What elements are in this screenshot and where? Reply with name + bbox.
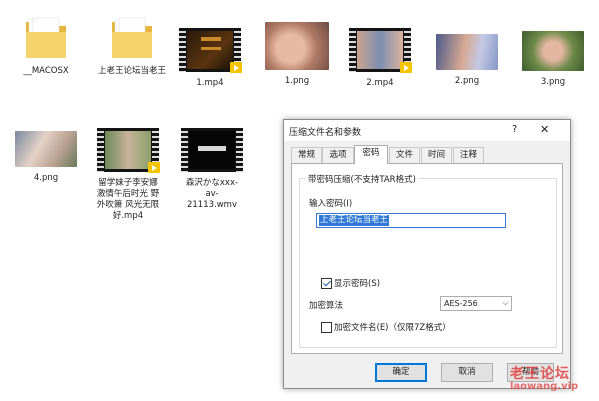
file-item-2-png[interactable]: 2.png	[427, 34, 507, 87]
close-icon[interactable]: ✕	[540, 123, 549, 136]
show-password-checkbox[interactable]	[321, 278, 332, 289]
help-icon[interactable]: ?	[512, 124, 517, 135]
file-name: 1.png	[284, 76, 310, 86]
watermark: 老王论坛 laowang.vip	[510, 363, 578, 392]
file-name: __MACOSX	[23, 66, 69, 76]
cancel-button[interactable]: 取消	[441, 363, 493, 382]
image-thumbnail	[15, 131, 77, 167]
video-thumbnail	[349, 28, 412, 73]
show-password-label[interactable]: 显示密码(S)	[334, 277, 380, 289]
tab-comment[interactable]: 注释	[453, 147, 484, 163]
folder-icon	[110, 14, 154, 60]
password-label: 输入密码(I)	[309, 199, 353, 209]
encrypt-names-label[interactable]: 加密文件名(E)（仅限7Z格式）	[334, 321, 451, 333]
file-item-1-mp4[interactable]: 1.mp4	[170, 28, 250, 89]
chevron-down-icon: ⌵	[502, 299, 508, 307]
play-badge-icon	[400, 62, 412, 73]
file-name: 1.mp4	[196, 78, 224, 88]
file-item-1-png[interactable]: 1.png	[257, 22, 337, 87]
file-name: 2.mp4	[366, 78, 394, 88]
file-item-4-png[interactable]: 4.png	[6, 131, 86, 184]
algorithm-select[interactable]: AES-256 ⌵	[440, 296, 512, 311]
image-thumbnail	[522, 31, 584, 71]
tab-general[interactable]: 常规	[291, 147, 322, 163]
file-name: 2.png	[454, 76, 480, 86]
play-badge-icon	[230, 62, 242, 73]
ok-button[interactable]: 确定	[375, 363, 427, 382]
file-name: 3.png	[540, 77, 566, 87]
file-name: 4.png	[33, 173, 59, 183]
tab-password[interactable]: 密码	[354, 145, 388, 164]
group-label: 带密码压缩(不支持TAR格式)	[306, 173, 418, 185]
image-thumbnail	[265, 22, 329, 70]
password-input[interactable]: 上老王论坛当老王	[316, 213, 506, 228]
watermark-title: 老王论坛	[510, 366, 570, 382]
tab-files[interactable]: 文件	[389, 147, 420, 163]
file-item-folder[interactable]: 上老王论坛当老王	[92, 14, 172, 77]
tab-options[interactable]: 选项	[322, 147, 354, 163]
dialog-titlebar[interactable]: 压缩文件名和参数 ? ✕	[284, 120, 570, 141]
file-item-long-mp4[interactable]: 留学妹子李安娜激情午后时光 野外吹箫 风光无限好.mp4	[88, 128, 168, 222]
image-thumbnail	[436, 34, 498, 70]
file-name: 上老王论坛当老王	[97, 66, 166, 76]
tab-time[interactable]: 时间	[421, 147, 452, 163]
algorithm-label: 加密算法	[309, 301, 344, 311]
file-name: 森沢かなxxx-av-21113.wmv	[185, 178, 239, 210]
play-badge-icon	[148, 162, 160, 173]
file-item-macosx[interactable]: __MACOSX	[6, 14, 86, 77]
watermark-url: laowang.vip	[510, 381, 579, 392]
file-name: 留学妹子李安娜激情午后时光 野外吹箫 风光无限好.mp4	[96, 178, 160, 221]
video-thumbnail	[179, 28, 242, 73]
dialog-title: 压缩文件名和参数	[289, 128, 362, 138]
archive-settings-dialog: 压缩文件名和参数 ? ✕ 常规 选项 密码 文件 时间 注释 带密码压缩(不支持…	[283, 119, 571, 389]
encrypt-names-checkbox[interactable]	[321, 322, 332, 333]
file-item-2-mp4[interactable]: 2.mp4	[340, 28, 420, 89]
password-value: 上老王论坛当老王	[319, 215, 390, 226]
video-thumbnail	[97, 128, 160, 173]
video-thumbnail	[181, 128, 243, 172]
algorithm-value: AES-256	[444, 299, 478, 308]
file-item-wmv[interactable]: 森沢かなxxx-av-21113.wmv	[172, 128, 252, 211]
folder-icon	[24, 14, 68, 60]
file-item-3-png[interactable]: 3.png	[513, 31, 593, 88]
